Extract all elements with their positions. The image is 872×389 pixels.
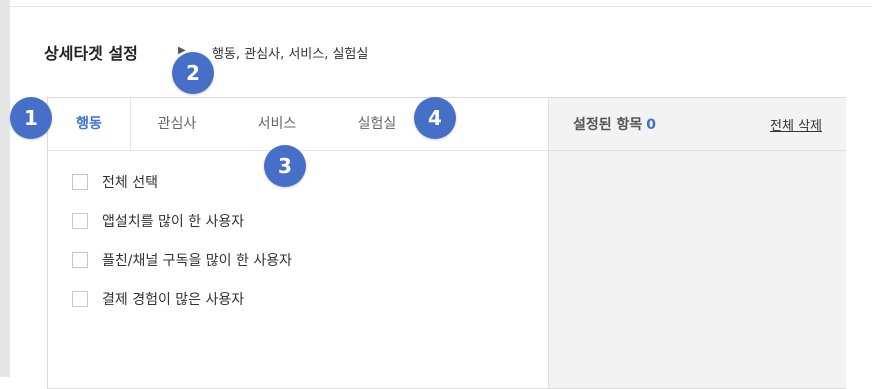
tab-behavior[interactable]: 행동 [48, 98, 131, 150]
option-list: 전체 선택 앱설치를 많이 한 사용자 플친/채널 구독을 많이 한 사용자 결… [72, 172, 292, 328]
option-label: 결제 경험이 많은 사용자 [102, 292, 245, 308]
tab-interests[interactable]: 관심사 [136, 98, 218, 150]
option-select-all[interactable]: 전체 선택 [72, 172, 292, 192]
checkbox[interactable] [72, 291, 88, 307]
left-rail [0, 0, 10, 377]
top-divider [10, 6, 872, 7]
option-payment[interactable]: 결제 경험이 많은 사용자 [72, 289, 292, 309]
tab-bar: 행동 관심사 서비스 실험실 [48, 98, 548, 151]
option-channel-subscribe[interactable]: 플친/채널 구독을 많이 한 사용자 [72, 250, 292, 270]
tab-services[interactable]: 서비스 [236, 98, 318, 150]
selected-items-header: 설정된 항목 0 전체 삭제 [549, 98, 846, 151]
delete-all-link[interactable]: 전체 삭제 [770, 115, 822, 134]
checkbox[interactable] [72, 213, 88, 229]
selected-items-label: 설정된 항목 0 [573, 114, 656, 134]
option-app-install[interactable]: 앱설치를 많이 한 사용자 [72, 211, 292, 231]
selected-items-pane: 설정된 항목 0 전체 삭제 [548, 98, 846, 388]
section-title: 상세타겟 설정 [44, 44, 138, 63]
option-label: 앱설치를 많이 한 사용자 [102, 214, 245, 230]
checkbox[interactable] [72, 174, 88, 190]
section-subtitle: 행동, 관심사, 서비스, 실험실 [212, 47, 369, 62]
selected-count: 0 [646, 117, 657, 133]
step-badge-1: 1 [10, 97, 52, 139]
option-label: 플친/채널 구독을 많이 한 사용자 [102, 253, 292, 269]
step-badge-2: 2 [172, 52, 214, 94]
step-badge-4: 4 [414, 97, 456, 139]
selected-items-text: 설정된 항목 [573, 117, 643, 133]
checkbox[interactable] [72, 252, 88, 268]
tab-lab[interactable]: 실험실 [336, 98, 418, 150]
step-badge-3: 3 [264, 145, 306, 187]
target-panel: 행동 관심사 서비스 실험실 전체 선택 앱설치를 많이 한 사용자 플친/채널… [47, 97, 846, 389]
option-label: 전체 선택 [102, 175, 158, 191]
